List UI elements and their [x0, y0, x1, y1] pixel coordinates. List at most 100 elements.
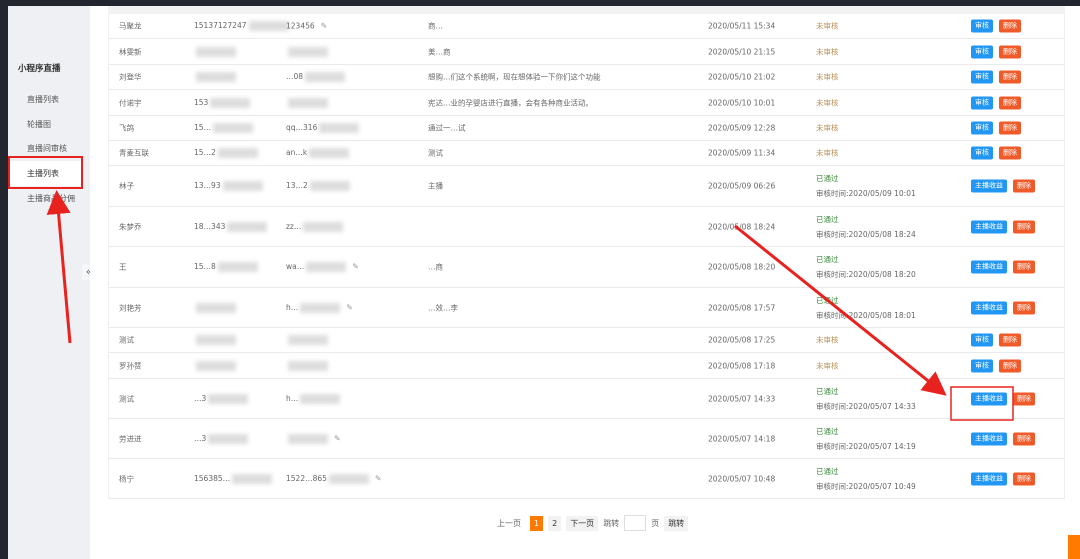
floating-corner-button[interactable]	[1068, 535, 1080, 559]
edit-icon[interactable]: ✎	[334, 434, 341, 443]
anchor-earnings-button[interactable]: 主播收益	[971, 301, 1007, 314]
status-badge: 已通过	[816, 426, 839, 436]
next-page-button[interactable]: 下一页	[566, 515, 599, 531]
anchor-earnings-button[interactable]: 主播收益	[971, 260, 1007, 274]
review-button[interactable]: 审核	[971, 96, 993, 109]
review-button[interactable]: 审核	[971, 121, 993, 135]
redaction	[300, 302, 341, 313]
table-row: 马聚龙 15137127247 123456 ✎ 商… 2020/05/11 15:34 未…	[109, 14, 1064, 39]
sidebar-item-room-review[interactable]: 直播间审核	[8, 136, 82, 161]
anchor-name: 测试	[119, 394, 134, 403]
anchor-name: 付诺宇	[119, 98, 142, 107]
anchor-earnings-button[interactable]: 主播收益	[971, 392, 1007, 405]
anchor-earnings-button[interactable]: 主播收益	[971, 432, 1007, 445]
redaction	[288, 433, 328, 444]
delete-button[interactable]: 删除	[1013, 432, 1035, 445]
delete-button[interactable]: 删除	[999, 359, 1021, 372]
sidebar-item-live-list[interactable]: 直播列表	[8, 87, 82, 112]
edit-icon[interactable]: ✎	[375, 474, 382, 483]
phone: 153	[194, 97, 209, 107]
edit-icon[interactable]: ✎	[352, 262, 359, 271]
actions: 主播收益 删除	[971, 472, 1041, 485]
apply-time: 2020/05/08 17:18	[708, 361, 776, 370]
status-badge: 已通过	[816, 466, 839, 476]
edit-icon[interactable]: ✎	[346, 303, 353, 312]
intro: 通过一…试	[428, 123, 466, 133]
redaction	[196, 46, 236, 57]
status-cell: 已通过 审核时间:2020/05/08 18:20	[816, 252, 916, 282]
redaction	[303, 221, 344, 232]
delete-button[interactable]: 删除	[999, 70, 1021, 84]
password: 13…2	[286, 181, 308, 190]
page-1-button[interactable]: 1	[530, 515, 544, 531]
password-cell: 123456 ✎	[286, 22, 327, 31]
actions: 主播收益 删除	[971, 179, 1041, 193]
anchor-earnings-button[interactable]: 主播收益	[971, 179, 1007, 193]
delete-button[interactable]: 删除	[1013, 179, 1035, 193]
delete-button[interactable]: 删除	[1013, 260, 1035, 274]
apply-time: 2020/05/09 06:26	[708, 181, 776, 191]
status-badge: 已通过	[816, 255, 839, 264]
review-button[interactable]: 审核	[971, 359, 993, 372]
phone-cell: 153	[194, 97, 251, 108]
review-button[interactable]: 审核	[971, 146, 993, 160]
password-cell	[286, 46, 328, 57]
delete-button[interactable]: 删除	[1013, 220, 1035, 233]
status-badge: 未审核	[816, 123, 839, 133]
delete-button[interactable]: 删除	[999, 333, 1021, 347]
redaction	[328, 473, 369, 484]
table-row: 杨宁 156385… 1522…865 ✎ 2020/05/07 10:48 已通过 审核时…	[109, 459, 1064, 499]
table-row: 青麦互联 15…2 an…k 测试 2020/05/09 11:34 未审核 审核 删除	[109, 141, 1064, 166]
apply-time: 2020/05/10 10:01	[708, 98, 776, 107]
anchor-earnings-button[interactable]: 主播收益	[971, 220, 1007, 233]
table-row: 劳进进 …3 ✎ 2020/05/07 14:18 已通过 审核时间:2020/05/07…	[109, 419, 1064, 459]
redaction	[305, 72, 346, 82]
sidebar-item-carousel[interactable]: 轮播图	[8, 112, 82, 137]
edit-icon[interactable]: ✎	[321, 22, 328, 31]
actions: 审核 删除	[971, 146, 1027, 160]
delete-button[interactable]: 删除	[999, 45, 1021, 58]
review-button[interactable]: 审核	[971, 333, 993, 347]
prev-page-button[interactable]: 上一页	[493, 516, 525, 531]
delete-button[interactable]: 删除	[1013, 472, 1035, 485]
sidebar-item-anchor-list[interactable]: 主播列表	[8, 161, 82, 186]
page-2-button[interactable]: 2	[548, 515, 562, 531]
review-button[interactable]: 审核	[971, 70, 993, 84]
jump-page-input[interactable]	[624, 515, 647, 531]
review-time: 审核时间:2020/05/09 10:01	[816, 189, 916, 198]
phone: 13…93	[194, 181, 221, 190]
delete-button[interactable]: 删除	[999, 96, 1021, 109]
review-time: 审核时间:2020/05/07 10:49	[816, 481, 916, 491]
anchor-table: 马聚龙 15137127247 123456 ✎ 商… 2020/05/11 15:34 未…	[108, 14, 1065, 499]
table-row: 林子 13…93 13…2 主播 2020/05/09 06:26 已通过 审核时间:202…	[109, 166, 1064, 207]
delete-button[interactable]: 删除	[1013, 301, 1035, 314]
table-row: 林雯新 美…商 2020/05/10 21:15 未审核 审核 删除	[109, 39, 1064, 65]
delete-button[interactable]: 删除	[1013, 392, 1035, 405]
password-cell: …08	[286, 72, 346, 82]
intro: …商	[428, 262, 443, 272]
redaction	[288, 360, 328, 371]
jump-label: 跳转	[603, 518, 620, 528]
delete-button[interactable]: 删除	[999, 146, 1021, 160]
anchor-earnings-button[interactable]: 主播收益	[971, 472, 1007, 485]
actions: 主播收益 删除	[971, 392, 1041, 405]
table-row: 王 15…8 wa… ✎ …商 2020/05/08 18:20 已通过 审核时间:2020/…	[109, 247, 1064, 288]
delete-button[interactable]: 删除	[999, 121, 1021, 135]
redaction	[208, 393, 249, 404]
password: wa…	[286, 262, 305, 271]
password-cell: ✎	[286, 433, 341, 444]
review-button[interactable]: 审核	[971, 45, 993, 58]
anchor-name: 刘艳芳	[119, 303, 142, 312]
status-badge: 未审核	[816, 98, 839, 107]
sidebar-item-commission[interactable]: 主播商品分佣	[8, 186, 82, 211]
status-badge: 已通过	[816, 214, 839, 224]
phone-cell: …3	[194, 393, 249, 404]
actions: 审核 删除	[971, 45, 1027, 58]
password-cell: 1522…865 ✎	[286, 473, 382, 484]
password-cell	[286, 360, 328, 371]
jump-button[interactable]: 跳转	[664, 515, 689, 531]
apply-time: 2020/05/10 21:02	[708, 72, 776, 82]
redaction	[217, 262, 258, 272]
review-button[interactable]: 审核	[971, 19, 993, 33]
delete-button[interactable]: 删除	[999, 19, 1021, 33]
